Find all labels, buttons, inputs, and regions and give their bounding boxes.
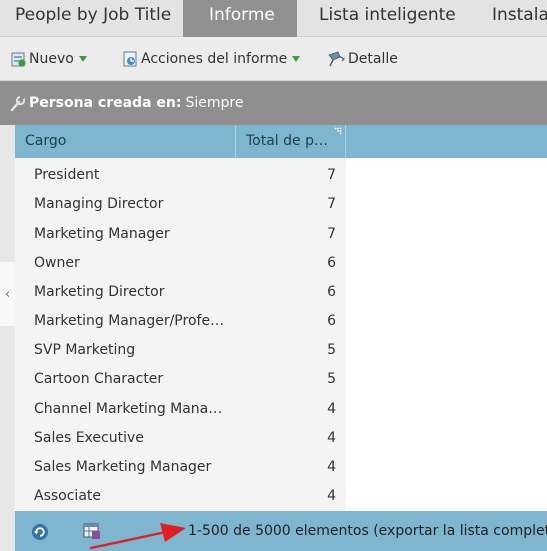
wrench-icon — [10, 95, 26, 111]
cell-cargo: Channel Marketing Manager — [34, 401, 229, 417]
toolbar: Nuevo Acciones del informe Detalle — [0, 37, 547, 81]
cell-total: 5 — [327, 371, 336, 387]
pagination-text: 1-500 de 5000 elementos (exportar la lis… — [188, 523, 547, 539]
cell-total: 6 — [327, 284, 336, 300]
table-row[interactable]: Sales Executive 4 — [15, 425, 346, 454]
table-row[interactable]: Marketing Manager 7 — [15, 221, 346, 250]
tab-instala[interactable]: Instala — [473, 0, 547, 37]
cell-total: 7 — [327, 196, 336, 212]
new-button[interactable]: Nuevo — [10, 48, 87, 70]
report-actions-button[interactable]: Acciones del informe — [122, 48, 301, 70]
cell-cargo: Marketing Manager — [34, 226, 170, 242]
table-row[interactable]: Cartoon Character 5 — [15, 366, 346, 395]
detail-icon — [328, 51, 345, 66]
table-row[interactable]: Managing Director 7 — [15, 191, 346, 220]
table-row[interactable]: Sales Marketing Manager 4 — [15, 454, 346, 483]
cell-cargo: Marketing Director — [34, 284, 165, 300]
tab-bar: People by Job Title Informe Lista inteli… — [0, 0, 547, 37]
cell-total: 4 — [327, 401, 336, 417]
refresh-icon[interactable] — [31, 523, 49, 541]
table-row[interactable]: Channel Marketing Manager 4 — [15, 396, 346, 425]
table-row[interactable]: President 7 — [15, 162, 346, 191]
report-actions-label: Acciones del informe — [141, 51, 288, 67]
cell-cargo: President — [34, 167, 100, 183]
table-row[interactable]: Associate 4 — [15, 483, 346, 512]
report-actions-dropdown-icon — [292, 56, 301, 62]
cell-total: 7 — [327, 167, 336, 183]
grid-empty-area — [346, 158, 547, 510]
new-dropdown-icon — [78, 56, 87, 62]
table-row[interactable]: Owner 6 — [15, 250, 346, 279]
cell-total: 7 — [327, 226, 336, 242]
cell-total: 4 — [327, 488, 336, 504]
filter-bar[interactable]: Persona creada en: Siempre — [0, 81, 547, 125]
column-header-total[interactable]: Total de p… — [235, 125, 346, 158]
cell-total: 4 — [327, 459, 336, 475]
detail-button[interactable]: Detalle — [327, 48, 398, 70]
cell-cargo: Sales Executive — [34, 430, 144, 446]
cell-cargo: Managing Director — [34, 196, 164, 212]
cell-total: 5 — [327, 342, 336, 358]
column-header-total-label: Total de p… — [246, 133, 328, 149]
cell-total: 4 — [327, 430, 336, 446]
cell-cargo: Sales Marketing Manager — [34, 459, 212, 475]
export-full-list-link[interactable]: (exportar la lista completa) — [373, 523, 547, 539]
tab-informe[interactable]: Informe — [183, 0, 297, 37]
column-menu-icon[interactable] — [334, 127, 342, 135]
cell-total: 6 — [327, 255, 336, 271]
report-actions-icon — [123, 51, 137, 66]
cell-cargo: SVP Marketing — [34, 342, 136, 358]
grid-header: Cargo Total de p… — [15, 125, 547, 158]
pagination-range: 1-500 de 5000 elementos — [188, 523, 369, 539]
annotation-arrow-icon — [89, 523, 186, 550]
filter-value[interactable]: Siempre — [185, 95, 243, 111]
cell-cargo: Cartoon Character — [34, 371, 164, 387]
new-icon — [11, 52, 26, 67]
tab-people-by-job-title[interactable]: People by Job Title — [0, 0, 183, 37]
table-row[interactable]: SVP Marketing 5 — [15, 337, 346, 366]
table-row[interactable]: Marketing Director 6 — [15, 279, 346, 308]
new-label: Nuevo — [29, 51, 74, 67]
detail-label: Detalle — [348, 51, 398, 67]
column-header-cargo[interactable]: Cargo — [15, 125, 235, 158]
cell-cargo: Owner — [34, 255, 80, 271]
table-row[interactable]: Marketing Manager/Profes… 6 — [15, 308, 346, 337]
collapse-panel-handle[interactable]: ‹ — [0, 262, 15, 326]
filter-label: Persona creada en: — [29, 95, 182, 111]
tab-lista-inteligente[interactable]: Lista inteligente — [297, 0, 473, 37]
cell-cargo: Associate — [34, 488, 101, 504]
cell-cargo: Marketing Manager/Profes… — [34, 313, 229, 329]
cell-total: 6 — [327, 313, 336, 329]
left-panel-strip — [0, 125, 15, 551]
